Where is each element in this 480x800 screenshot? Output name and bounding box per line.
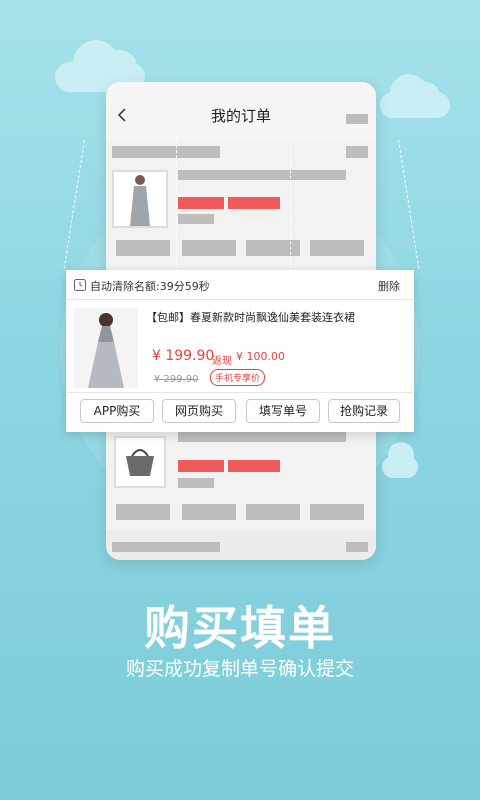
original-price: ¥ 299.90 — [154, 374, 199, 385]
product-thumb-placeholder — [112, 170, 168, 228]
order-card — [106, 140, 376, 270]
delete-link[interactable]: 删除 — [378, 278, 400, 294]
product-price: ¥ 199.90 — [152, 348, 215, 364]
web-buy-button[interactable]: 网页购买 — [162, 399, 236, 423]
product-title[interactable]: 【包邮】春夏新款时尚飘逸仙美套装连衣裙 — [146, 309, 355, 325]
subheadline: 购买成功复制单号确认提交 — [125, 658, 354, 680]
app-buy-button[interactable]: APP购买 — [80, 399, 154, 423]
clock-icon — [74, 279, 86, 291]
header-menu-placeholder[interactable] — [346, 114, 368, 124]
cashback-label: 返现 — [212, 356, 232, 367]
cloud-decoration — [380, 74, 450, 118]
headline: 购买填单 — [144, 601, 336, 655]
bag-icon — [114, 436, 166, 488]
cloud-decoration — [382, 442, 418, 478]
countdown-timer: 自动清除名额:39分59秒 — [90, 280, 210, 293]
page-title: 我的订单 — [210, 107, 271, 125]
mobile-price-badge: 手机专享价 — [210, 369, 266, 386]
purchase-record-button[interactable]: 抢购记录 — [328, 399, 400, 423]
order-card-header: 自动清除名额:39分59秒 删除 — [66, 270, 414, 300]
divider — [66, 392, 414, 393]
cashback-amount: ¥ 100.00 — [236, 350, 285, 363]
fill-order-number-button[interactable]: 填写单号 — [246, 399, 320, 423]
order-detail-card: 自动清除名额:39分59秒 删除 【包邮】春夏新款时尚飘逸仙美套装连衣裙 ¥ 1… — [66, 270, 414, 432]
product-image — [74, 308, 138, 388]
order-card — [106, 420, 376, 530]
